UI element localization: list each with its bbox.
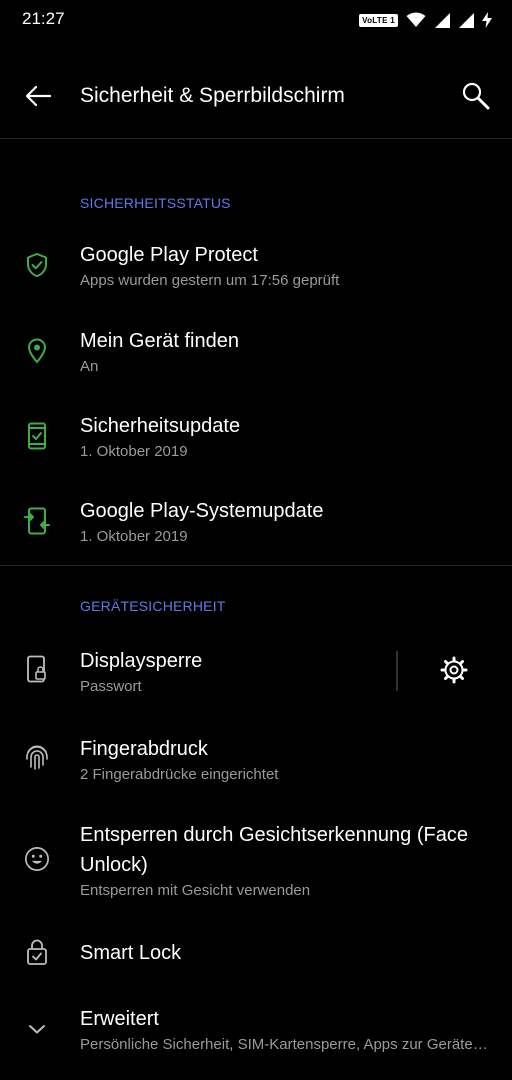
gear-icon xyxy=(440,656,468,684)
phone-lock-icon xyxy=(24,655,50,683)
fingerprint-icon xyxy=(24,744,50,770)
row-title: Sicherheitsupdate xyxy=(80,415,241,437)
row-subtitle: An xyxy=(80,358,99,375)
face-icon xyxy=(24,846,50,872)
charging-icon xyxy=(482,12,492,28)
section-header-device-security: GERÄTESICHERHEIT xyxy=(80,598,226,614)
signal-icon xyxy=(459,13,474,28)
arrow-back-icon xyxy=(25,85,52,107)
search-icon xyxy=(462,82,490,110)
list-item-face-unlock[interactable]: Entsperren durch Gesichtserkennung (Face… xyxy=(0,808,512,920)
row-title: Fingerabdruck xyxy=(80,738,208,760)
row-title: Erweitert xyxy=(80,1008,159,1030)
list-item-find-device[interactable]: Mein Gerät finden An xyxy=(0,314,512,394)
signal-icon xyxy=(435,13,450,28)
volte-icon: VoLTE 1 xyxy=(359,13,398,27)
row-title: Displaysperre xyxy=(80,650,203,672)
shield-check-icon xyxy=(24,252,50,278)
search-button[interactable] xyxy=(458,78,494,114)
back-button[interactable] xyxy=(20,78,56,114)
phone-update-icon xyxy=(24,507,50,535)
app-bar-divider xyxy=(0,138,512,139)
row-subtitle: Apps wurden gestern um 17:56 geprüft xyxy=(80,272,340,289)
location-pin-icon xyxy=(24,338,50,364)
list-item-advanced[interactable]: Erweitert Persönliche Sicherheit, SIM-Ka… xyxy=(0,996,512,1076)
list-item-security-update[interactable]: Sicherheitsupdate 1. Oktober 2019 xyxy=(0,399,512,479)
list-item-screen-lock[interactable]: Displaysperre Passwort xyxy=(0,632,512,712)
row-subtitle: Passwort xyxy=(80,678,142,695)
section-header-security-status: SICHERHEITSSTATUS xyxy=(80,195,231,211)
row-title: Mein Gerät finden xyxy=(80,330,239,352)
screen-lock-settings-button[interactable] xyxy=(434,650,474,690)
chevron-down-icon xyxy=(24,1016,50,1042)
list-item-play-protect[interactable]: Google Play Protect Apps wurden gestern … xyxy=(0,228,512,308)
app-bar: Sicherheit & Sperrbildschirm xyxy=(0,56,512,138)
row-title: Entsperren durch Gesichtserkennung (Face… xyxy=(80,824,468,876)
phone-check-icon xyxy=(24,422,50,450)
row-subtitle: Persönliche Sicherheit, SIM-Kartensperre… xyxy=(80,1036,490,1053)
row-subtitle: 1. Oktober 2019 xyxy=(80,443,188,460)
row-title: Google Play-Systemupdate xyxy=(80,500,324,522)
row-subtitle: 2 Fingerabdrücke eingerichtet xyxy=(80,766,279,783)
list-item-smart-lock[interactable]: Smart Lock xyxy=(0,928,512,984)
status-icons: VoLTE 1 xyxy=(359,11,492,29)
row-title: Smart Lock xyxy=(80,942,182,964)
status-bar: 21:27 VoLTE 1 xyxy=(0,0,512,40)
status-time: 21:27 xyxy=(22,9,65,28)
row-subtitle: 1. Oktober 2019 xyxy=(80,528,188,545)
wifi-icon xyxy=(406,12,426,27)
page-title: Sicherheit & Sperrbildschirm xyxy=(80,84,345,107)
list-item-play-system-update[interactable]: Google Play-Systemupdate 1. Oktober 2019 xyxy=(0,484,512,564)
vertical-separator xyxy=(396,651,398,691)
row-title: Google Play Protect xyxy=(80,244,258,266)
section-divider xyxy=(0,565,512,566)
row-subtitle: Entsperren mit Gesicht verwenden xyxy=(80,882,311,899)
list-item-fingerprint[interactable]: Fingerabdruck 2 Fingerabdrücke eingerich… xyxy=(0,720,512,800)
lock-check-icon xyxy=(24,939,50,965)
